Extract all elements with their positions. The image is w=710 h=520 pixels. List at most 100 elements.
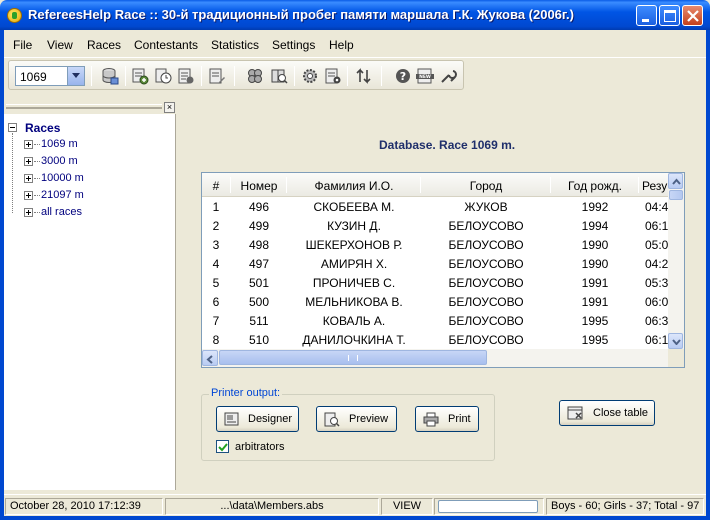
- cell-birth-year: 1995: [581, 333, 609, 347]
- vertical-scrollbar[interactable]: [668, 173, 684, 349]
- tree-collapse-toggle[interactable]: [8, 123, 17, 132]
- table-row[interactable]: 5 501 ПРОНИЧЕВ С. БЕЛОУСОВО 1991 05:3: [202, 273, 668, 292]
- column-header-index[interactable]: #: [202, 179, 230, 193]
- results-icon[interactable]: [177, 67, 195, 85]
- cell-birth-year: 1990: [581, 238, 609, 252]
- minimize-button[interactable]: [636, 5, 657, 26]
- new-icon[interactable]: NEW: [416, 67, 434, 85]
- cell-result: 06:0: [645, 295, 668, 309]
- toolbar-separator: [125, 66, 126, 86]
- arbitrators-checkbox[interactable]: [216, 440, 229, 453]
- menu-contestants[interactable]: Contestants: [134, 38, 198, 52]
- menu-races[interactable]: Races: [87, 38, 121, 52]
- menu-bar: File View Races Contestants Statistics S…: [4, 30, 706, 58]
- menu-statistics[interactable]: Statistics: [211, 38, 259, 52]
- tools-icon[interactable]: [439, 67, 457, 85]
- title-bar[interactable]: RefereesHelp Race :: 30-й традиционный п…: [0, 0, 710, 30]
- close-table-button[interactable]: Close table: [559, 400, 655, 426]
- cell-name: ДАНИЛОЧКИНА Т.: [302, 333, 406, 347]
- table-row[interactable]: 8 510 ДАНИЛОЧКИНА Т. БЕЛОУСОВО 1995 06:1: [202, 330, 668, 349]
- scroll-up-button[interactable]: [668, 173, 683, 189]
- table-row[interactable]: 4 497 АМИРЯН Х. БЕЛОУСОВО 1990 04:2: [202, 254, 668, 273]
- cell-city: БЕЛОУСОВО: [448, 295, 524, 309]
- expand-icon[interactable]: [24, 191, 33, 200]
- group-icon[interactable]: [246, 67, 264, 85]
- frame-right: [706, 30, 710, 520]
- menu-help[interactable]: Help: [329, 38, 354, 52]
- column-header-name[interactable]: Фамилия И.О.: [288, 179, 420, 193]
- status-progress-bar: [438, 500, 538, 513]
- column-header-birth-year[interactable]: Год рожд.: [552, 179, 638, 193]
- expand-icon[interactable]: [24, 157, 33, 166]
- panel-splitter[interactable]: [177, 100, 182, 490]
- group-label: Printer output:: [209, 387, 283, 399]
- cell-number: 511: [249, 314, 269, 328]
- toolbar-separator: [91, 66, 92, 86]
- horizontal-scroll-thumb[interactable]: [219, 350, 487, 365]
- checkmark-icon: [218, 443, 228, 452]
- chevron-down-icon[interactable]: [67, 67, 84, 85]
- status-counts: Boys - 60; Girls - 37; Total - 97: [546, 498, 704, 515]
- vertical-scroll-thumb[interactable]: [669, 190, 683, 200]
- close-icon[interactable]: ×: [164, 102, 175, 113]
- toolbar-separator: [347, 66, 348, 86]
- cell-city: БЕЛОУСОВО: [448, 333, 524, 347]
- expand-icon[interactable]: [24, 208, 33, 217]
- add-record-icon[interactable]: [131, 67, 149, 85]
- gear-icon[interactable]: [301, 67, 319, 85]
- cell-index: 4: [212, 257, 220, 271]
- scroll-down-button[interactable]: [668, 333, 683, 349]
- sort-icon[interactable]: [355, 67, 373, 85]
- tree-root-races[interactable]: Races: [25, 121, 60, 135]
- panel-header: ×: [4, 100, 176, 114]
- preview-button[interactable]: Preview: [316, 406, 397, 432]
- cell-birth-year: 1991: [581, 276, 609, 290]
- cell-city: БЕЛОУСОВО: [448, 314, 524, 328]
- cell-birth-year: 1995: [581, 314, 609, 328]
- cell-index: 8: [212, 333, 220, 347]
- expand-icon[interactable]: [24, 140, 33, 149]
- expand-icon[interactable]: [24, 174, 33, 183]
- table-row[interactable]: 6 500 МЕЛЬНИКОВА В. БЕЛОУСОВО 1991 06:0: [202, 292, 668, 311]
- designer-icon: [224, 412, 239, 426]
- timer-icon[interactable]: [154, 67, 172, 85]
- menu-file[interactable]: File: [13, 38, 32, 52]
- cell-city: БЕЛОУСОВО: [448, 219, 524, 233]
- table-row[interactable]: 3 498 ШЕКЕРХОНОВ Р. БЕЛОУСОВО 1990 05:0: [202, 235, 668, 254]
- cell-number: 497: [248, 257, 270, 271]
- maximize-button[interactable]: [659, 5, 680, 26]
- cell-city: БЕЛОУСОВО: [448, 238, 524, 252]
- database-icon[interactable]: [101, 67, 119, 85]
- horizontal-scrollbar[interactable]: [202, 349, 668, 367]
- column-header-city[interactable]: Город: [422, 179, 550, 193]
- cell-result: 06:3: [645, 314, 668, 328]
- designer-button[interactable]: Designer: [216, 406, 299, 432]
- cell-number: 501: [248, 276, 270, 290]
- close-button[interactable]: [682, 5, 703, 26]
- cell-result: 05:3: [645, 276, 668, 290]
- search-book-icon[interactable]: [270, 67, 288, 85]
- cell-number: 500: [248, 295, 270, 309]
- cell-name: МЕЛЬНИКОВА В.: [305, 295, 403, 309]
- edit-list-icon[interactable]: [208, 67, 226, 85]
- print-button[interactable]: Print: [415, 406, 479, 432]
- help-icon[interactable]: ?: [394, 67, 412, 85]
- close-table-icon: [567, 406, 583, 420]
- report-icon[interactable]: [324, 67, 342, 85]
- status-mode: VIEW: [381, 498, 433, 515]
- table-row[interactable]: 2 499 КУЗИН Д. БЕЛОУСОВО 1994 06:1: [202, 216, 668, 235]
- cell-name: КУЗИН Д.: [327, 219, 381, 233]
- race-select[interactable]: 1069: [15, 66, 85, 86]
- toolbar-separator: [294, 66, 295, 86]
- cell-number: 499: [248, 219, 270, 233]
- cell-number: 496: [248, 200, 270, 214]
- table-row[interactable]: 7 511 КОВАЛЬ А. БЕЛОУСОВО 1995 06:3: [202, 311, 668, 330]
- printer-icon: [423, 412, 439, 427]
- menu-view[interactable]: View: [47, 38, 73, 52]
- scroll-left-button[interactable]: [202, 350, 218, 366]
- column-header-number[interactable]: Номер: [232, 179, 286, 193]
- menu-settings[interactable]: Settings: [272, 38, 315, 52]
- column-header-result[interactable]: Резу: [642, 179, 668, 193]
- table-row[interactable]: 1 496 СКОБЕЕВА М. ЖУКОВ 1992 04:4: [202, 197, 668, 216]
- cell-name: СКОБЕЕВА М.: [313, 200, 395, 214]
